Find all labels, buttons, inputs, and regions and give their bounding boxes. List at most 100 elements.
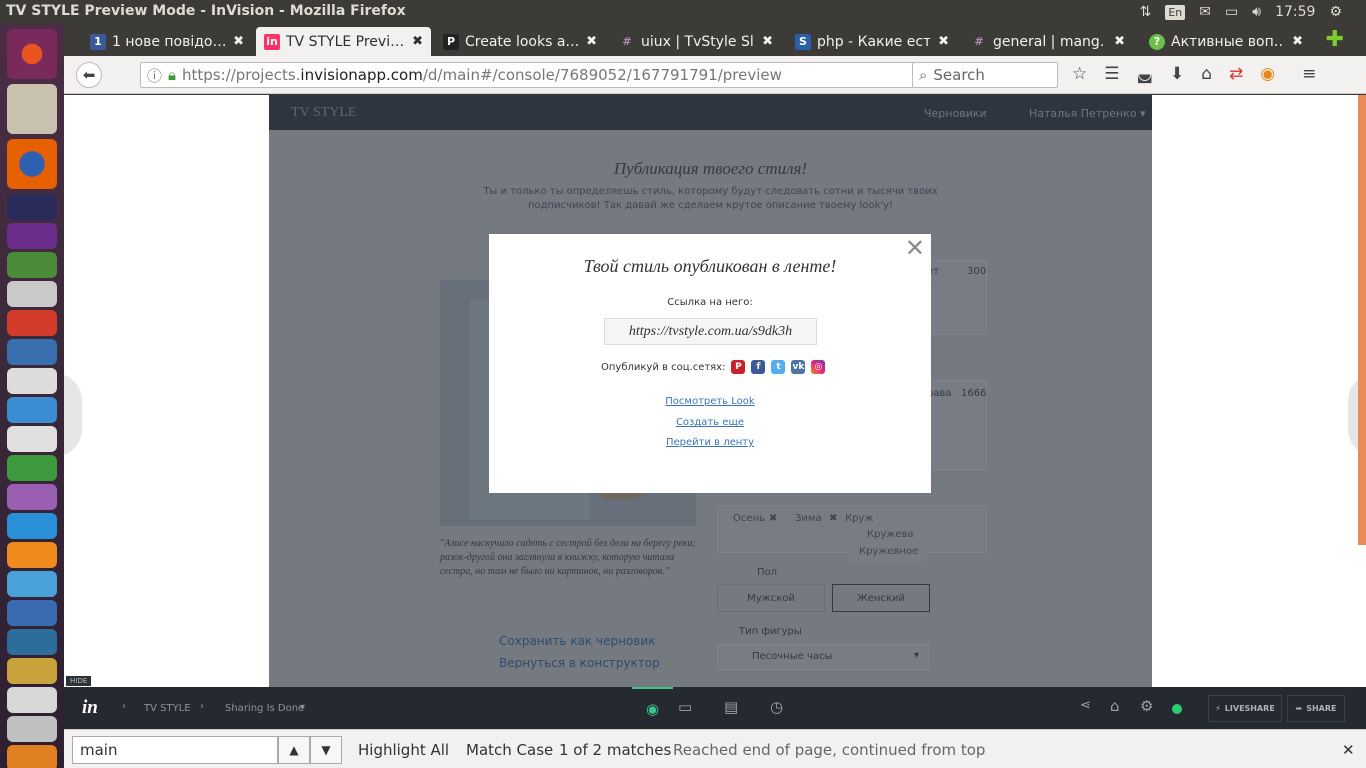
screen-menu-icon[interactable]: ▾: [300, 702, 305, 713]
skype-icon[interactable]: [7, 513, 57, 539]
app-icon[interactable]: [7, 368, 57, 394]
browser-tab[interactable]: S php - Какие ест… ✖: [787, 27, 957, 56]
download-icon[interactable]: ⬇: [1170, 64, 1184, 84]
new-tab-button[interactable]: ✚: [1326, 29, 1344, 51]
app-icon[interactable]: [7, 600, 57, 626]
find-previous-button[interactable]: ▲: [278, 736, 310, 764]
menu-icon[interactable]: ≡: [1302, 64, 1316, 84]
invision-logo[interactable]: in: [82, 697, 98, 719]
app-icon[interactable]: [7, 484, 57, 510]
instagram-icon[interactable]: ◎: [811, 360, 826, 374]
close-icon[interactable]: ✖: [1292, 34, 1303, 49]
app-icon[interactable]: [7, 426, 57, 452]
filezilla-icon[interactable]: [7, 310, 57, 336]
comment-mode-icon[interactable]: ▭: [678, 698, 692, 716]
go-to-feed-link[interactable]: Перейти в ленту: [489, 437, 931, 448]
sync-icon[interactable]: ⇄: [1229, 64, 1243, 84]
match-case-toggle[interactable]: Match Case: [466, 741, 553, 759]
app-icon[interactable]: [7, 223, 57, 249]
app-icon[interactable]: [7, 281, 57, 307]
bookmark-star-icon[interactable]: ☆: [1072, 64, 1087, 84]
app-icon[interactable]: [7, 687, 57, 713]
browser-tab[interactable]: P Create looks a… ✖: [435, 27, 605, 56]
extension-icon[interactable]: ◉: [1260, 64, 1275, 84]
reading-list-icon[interactable]: ☰: [1104, 64, 1119, 84]
close-icon[interactable]: ✖: [233, 34, 244, 49]
screen-name[interactable]: Sharing Is Done: [225, 703, 304, 714]
home-icon[interactable]: ⌂: [1110, 697, 1120, 715]
tab-label: Активные воп…: [1171, 33, 1285, 50]
view-look-link[interactable]: Посмотреть Look: [489, 396, 931, 407]
volume-icon[interactable]: 🔊︎: [1252, 4, 1261, 20]
pocket-icon[interactable]: ◛: [1137, 64, 1154, 84]
firefox-icon[interactable]: [7, 139, 57, 189]
close-icon[interactable]: ✖: [586, 34, 597, 49]
app-icon[interactable]: [7, 658, 57, 684]
navigation-bar: ⬅ ⓘ 🔒︎ https://projects. invisionapp.com /…: [64, 56, 1366, 94]
search-field[interactable]: ⌕ Search: [912, 62, 1058, 88]
keyboard-layout[interactable]: En: [1165, 4, 1186, 20]
close-icon[interactable]: ✖: [938, 34, 949, 49]
scrollbar[interactable]: [1358, 95, 1366, 545]
home-icon[interactable]: ⌂: [1201, 64, 1212, 84]
browser-tab[interactable]: # general | mang… ✖: [963, 27, 1133, 56]
browser-tab[interactable]: 1 1 нове повідо… ✖: [82, 27, 252, 56]
back-button[interactable]: ⬅: [76, 62, 102, 88]
facebook-icon[interactable]: f: [751, 360, 766, 374]
url-bar[interactable]: ⓘ 🔒︎ https://projects. invisionapp.com/d/…: [140, 62, 970, 88]
unity-launcher: [0, 24, 64, 768]
liveshare-button[interactable]: ⚡ LIVESHARE: [1208, 695, 1282, 722]
create-more-link[interactable]: Создать еще: [489, 417, 931, 428]
pinterest-icon[interactable]: P: [731, 360, 746, 374]
browser-tab-active[interactable]: in TV STYLE Previ… ✖: [256, 27, 431, 56]
eye-icon[interactable]: ◉: [632, 687, 674, 729]
hide-toolbar-button[interactable]: HIDE: [66, 676, 92, 686]
share-button[interactable]: ➦ SHARE: [1287, 695, 1345, 722]
app-icon[interactable]: [7, 542, 57, 568]
prev-screen-button[interactable]: [64, 373, 82, 457]
close-icon[interactable]: ✕: [1342, 741, 1355, 759]
comments-list-icon[interactable]: ▤: [724, 698, 738, 716]
search-placeholder: Search: [933, 66, 985, 84]
system-top-bar: TV STYLE Preview Mode - InVision - Mozil…: [0, 0, 1366, 24]
lightning-icon: ⚡: [1215, 704, 1221, 713]
app-icon[interactable]: [7, 397, 57, 423]
tab-favicon: 1: [90, 33, 106, 50]
tab-label: TV STYLE Previ…: [286, 33, 405, 50]
app-icon[interactable]: [7, 745, 57, 768]
gear-icon[interactable]: ⚙: [1329, 4, 1342, 20]
share-link-icon[interactable]: ⋖: [1080, 698, 1091, 713]
look-link-field[interactable]: https://tvstyle.com.ua/s9dk3h: [604, 318, 817, 345]
status-dot: [1172, 704, 1182, 714]
spreadsheet-icon[interactable]: [7, 455, 57, 481]
tab-favicon: #: [974, 34, 984, 48]
tab-label: general | mang…: [993, 33, 1107, 50]
browser-tab[interactable]: # uiux | TvStyle Sl… ✖: [611, 27, 781, 56]
app-icon[interactable]: [7, 252, 57, 278]
files-icon[interactable]: [7, 84, 57, 134]
history-icon[interactable]: ◷: [770, 698, 783, 716]
webstorm-icon[interactable]: [7, 194, 57, 220]
network-icon[interactable]: ⇅: [1140, 4, 1152, 20]
close-icon[interactable]: ✖: [1114, 34, 1125, 49]
vk-icon[interactable]: vk: [791, 360, 806, 374]
ubuntu-dash-icon[interactable]: [7, 29, 57, 79]
find-next-button[interactable]: ▼: [310, 736, 342, 764]
app-icon[interactable]: [7, 629, 57, 655]
find-input[interactable]: main: [72, 736, 278, 764]
prototype-screen: TV STYLE Черновики Наталья Петренко ▾ Пу…: [269, 95, 1152, 687]
mail-icon[interactable]: ✉: [1199, 4, 1211, 20]
clock[interactable]: 17:59: [1275, 4, 1315, 20]
gear-icon[interactable]: ⚙: [1140, 697, 1153, 715]
app-icon[interactable]: [7, 716, 57, 742]
highlight-all-toggle[interactable]: Highlight All: [358, 741, 449, 759]
twitter-icon[interactable]: t: [771, 360, 786, 374]
app-icon[interactable]: [7, 571, 57, 597]
close-icon[interactable]: ✖: [412, 34, 423, 49]
battery-icon[interactable]: ▭: [1225, 4, 1238, 20]
info-icon[interactable]: ⓘ: [147, 65, 162, 86]
app-icon[interactable]: [7, 339, 57, 365]
close-icon[interactable]: ✖: [762, 34, 773, 49]
browser-tab[interactable]: ? Активные воп… ✖: [1141, 27, 1311, 56]
project-name[interactable]: TV STYLE: [144, 703, 191, 714]
